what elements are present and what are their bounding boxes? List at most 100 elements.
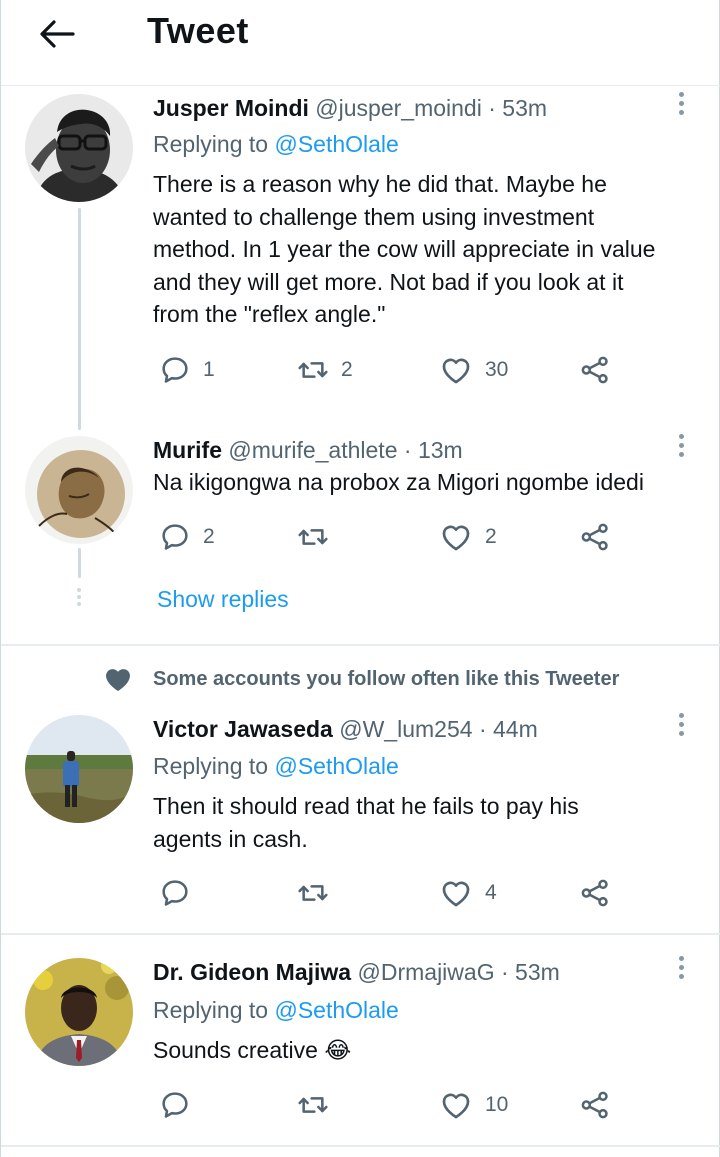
tweet-text: Na ikigongwa na probox za Migori ngombe … (153, 469, 644, 495)
thread-connector-line (78, 208, 81, 430)
heart-icon (439, 876, 473, 910)
avatar[interactable] (25, 715, 133, 823)
more-vertical-icon (671, 434, 691, 457)
more-options-button[interactable] (671, 92, 691, 122)
like-count: 4 (485, 881, 497, 904)
reply-icon (159, 354, 191, 386)
author-handle[interactable]: @murife_athlete (228, 437, 397, 463)
like-button[interactable]: 30 (439, 352, 508, 388)
share-button[interactable] (579, 352, 611, 388)
divider (1, 1145, 720, 1147)
avatar-suit-image (25, 958, 133, 1066)
share-button[interactable] (579, 1087, 611, 1123)
author-handle[interactable]: @W_lum254 (339, 716, 472, 742)
thread-connector-line (78, 548, 81, 578)
more-options-button[interactable] (671, 713, 691, 743)
timestamp[interactable]: 44m (493, 716, 538, 742)
replying-to: Replying to @SethOlale (153, 129, 399, 159)
author-name[interactable]: Dr. Gideon Majiwa (153, 959, 351, 985)
social-context-text: Some accounts you follow often like this… (153, 668, 620, 690)
tweet-header: Dr. Gideon Majiwa @DrmajiwaG · 53m (153, 957, 560, 987)
back-button[interactable] (37, 14, 77, 54)
retweet-button[interactable] (297, 875, 329, 911)
reply-button[interactable] (159, 875, 191, 911)
more-options-button[interactable] (671, 434, 691, 464)
heart-icon (439, 520, 473, 554)
retweet-icon (297, 1089, 329, 1121)
like-count: 2 (485, 525, 497, 548)
reply-count: 1 (203, 358, 215, 381)
avatar[interactable] (25, 958, 133, 1066)
share-icon (579, 1089, 611, 1121)
reply-icon (159, 1089, 191, 1121)
like-button[interactable]: 4 (439, 875, 497, 911)
replying-to-link[interactable]: @SethOlale (274, 131, 398, 157)
retweet-icon (297, 877, 329, 909)
social-context (102, 664, 134, 694)
tweet-text: There is a reason why he did that. Maybe… (153, 171, 656, 328)
top-bar: Tweet (1, 0, 720, 86)
tweet-text: Then it should read that he fails to pay… (153, 793, 579, 852)
reply-button[interactable]: 1 (159, 352, 215, 388)
retweet-icon (297, 521, 329, 553)
tweet-page: Tweet Jusper Moindi @jusper_moindi · 53m… (0, 0, 720, 1157)
more-vertical-icon (671, 713, 691, 736)
separator: · (403, 437, 412, 463)
like-count: 30 (485, 358, 509, 381)
retweet-icon (297, 354, 329, 386)
avatar[interactable] (25, 436, 133, 544)
author-name[interactable]: Jusper Moindi (153, 95, 309, 121)
share-icon (579, 521, 611, 553)
author-handle[interactable]: @jusper_moindi (315, 95, 482, 121)
avatar-portrait-image (25, 94, 133, 202)
timestamp[interactable]: 53m (502, 95, 547, 121)
author-name[interactable]: Murife (153, 437, 222, 463)
replying-to-label: Replying to (153, 997, 269, 1023)
share-icon (579, 877, 611, 909)
replying-to-link[interactable]: @SethOlale (274, 997, 398, 1023)
page-title: Tweet (147, 10, 249, 51)
reply-button[interactable]: 2 (159, 519, 215, 555)
separator: · (478, 716, 487, 742)
tweet-text: Sounds creative 😂 (153, 1037, 352, 1063)
separator: · (488, 95, 496, 121)
author-name[interactable]: Victor Jawaseda (153, 716, 333, 742)
retweet-button[interactable] (297, 519, 329, 555)
tweet-header: Jusper Moindi @jusper_moindi · 53m (153, 93, 547, 123)
separator: · (500, 959, 509, 985)
thread-more-dots (77, 588, 81, 609)
more-vertical-icon (671, 92, 691, 115)
timestamp[interactable]: 53m (515, 959, 560, 985)
tweet-header: Murife @murife_athlete · 13m (153, 435, 463, 465)
replying-to-label: Replying to (153, 131, 269, 157)
replying-to-label: Replying to (153, 753, 269, 779)
timestamp[interactable]: 13m (418, 437, 463, 463)
heart-icon (439, 353, 473, 387)
share-icon (579, 354, 611, 386)
reply-count: 2 (203, 525, 215, 548)
heart-filled-icon (106, 669, 130, 691)
replying-to-link[interactable]: @SethOlale (274, 753, 398, 779)
retweet-button[interactable] (297, 1087, 329, 1123)
like-button[interactable]: 2 (439, 519, 497, 555)
avatar[interactable] (25, 94, 133, 202)
heart-icon (439, 1088, 473, 1122)
more-vertical-icon (671, 956, 691, 979)
author-handle[interactable]: @DrmajiwaG (358, 959, 495, 985)
avatar-field-image (25, 715, 133, 823)
share-button[interactable] (579, 875, 611, 911)
avatar-sketch-image (25, 436, 133, 544)
retweet-button[interactable]: 2 (297, 352, 353, 388)
show-replies-link[interactable]: Show replies (157, 584, 289, 614)
like-button[interactable]: 10 (439, 1087, 508, 1123)
tweet-header: Victor Jawaseda @W_lum254 · 44m (153, 714, 538, 744)
replying-to: Replying to @SethOlale (153, 995, 399, 1025)
reply-button[interactable] (159, 1087, 191, 1123)
more-options-button[interactable] (671, 956, 691, 986)
arrow-left-icon (40, 20, 75, 48)
reply-icon (159, 521, 191, 553)
divider (1, 644, 720, 646)
share-button[interactable] (579, 519, 611, 555)
divider (1, 933, 720, 935)
reply-icon (159, 877, 191, 909)
